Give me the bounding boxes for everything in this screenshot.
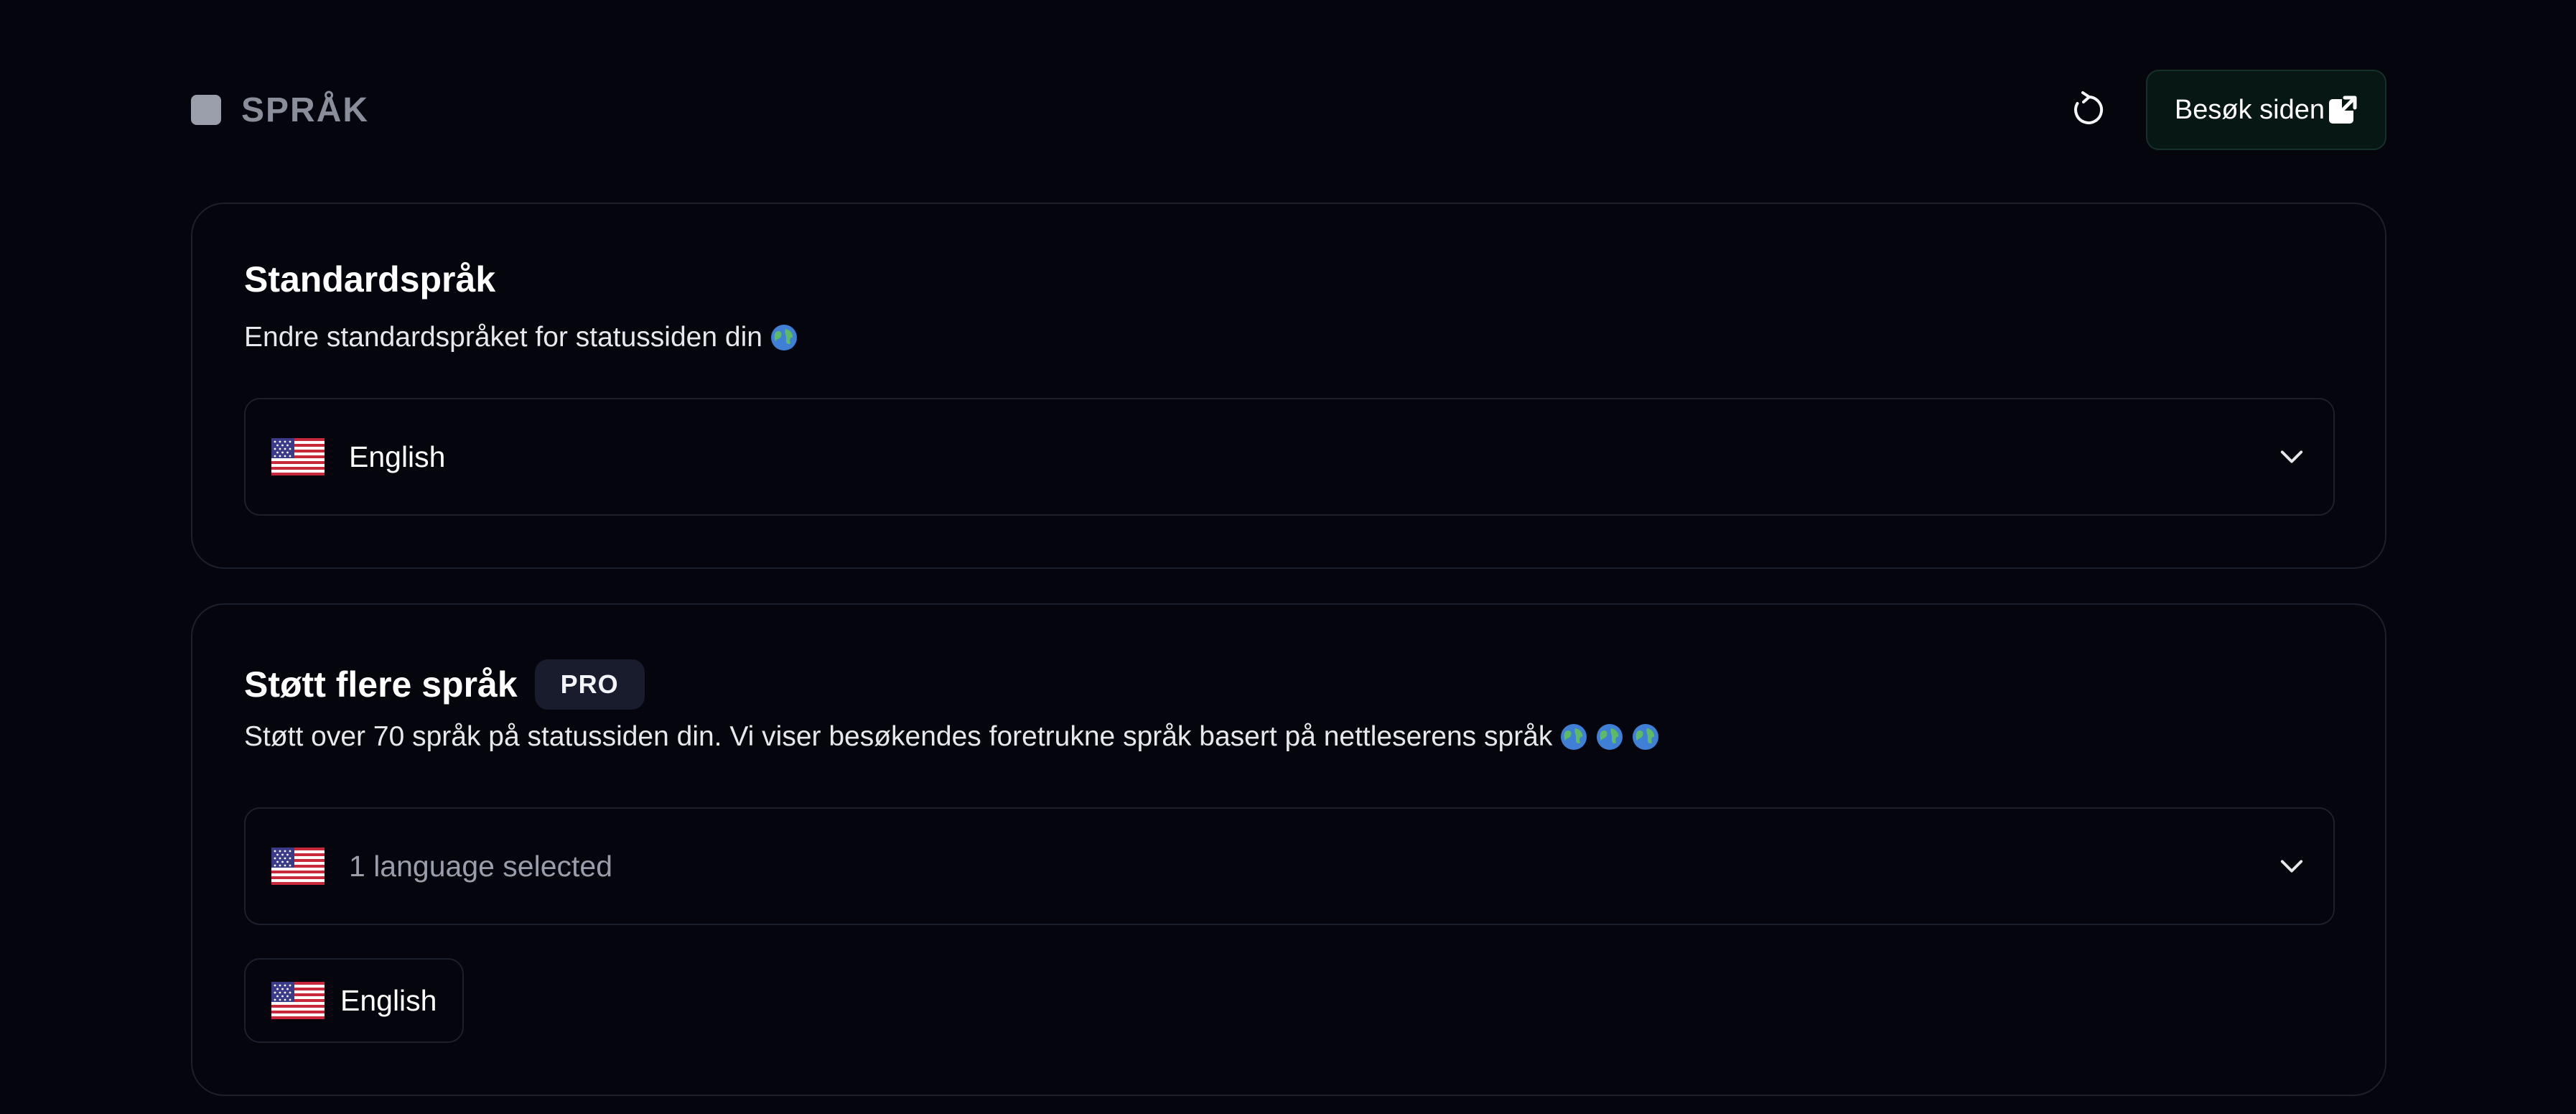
globe-europe-icon (1559, 723, 1588, 751)
globe-americas-icon (1595, 723, 1624, 751)
default-language-description: Endre standardspråket for statussiden di… (244, 322, 798, 353)
visit-site-button[interactable]: Besøk siden (2145, 70, 2386, 150)
globe-asia-icon (1631, 723, 1660, 751)
header-actions: Besøk siden (2060, 70, 2386, 150)
multi-language-description: Støtt over 70 språk på statussiden din. … (244, 721, 1660, 753)
page-title: SPRÅK (241, 90, 370, 129)
default-language-card: Standardspråk Endre standardspråket for … (191, 203, 2386, 569)
page-header: SPRÅK Besøk siden (191, 69, 2386, 151)
us-flag-icon (271, 438, 325, 475)
page-title-group: SPRÅK (191, 90, 369, 130)
default-language-description-text: Endre standardspråket for statussiden di… (244, 322, 762, 353)
multi-language-description-text: Støtt over 70 språk på statussiden din. … (244, 721, 1553, 752)
section-square-icon (191, 95, 221, 125)
chevron-down-icon (2276, 850, 2307, 882)
default-language-select[interactable]: English (244, 398, 2335, 516)
chevron-down-icon (2276, 441, 2307, 473)
refresh-button[interactable] (2060, 81, 2117, 139)
multi-language-selector-text: 1 language selected (349, 849, 613, 883)
us-flag-icon (271, 848, 325, 885)
external-link-icon (2329, 95, 2358, 124)
visit-site-label: Besøk siden (2174, 94, 2325, 125)
multi-language-card: Støtt flere språk PRO Støtt over 70 språ… (191, 603, 2386, 1096)
us-flag-icon (271, 982, 325, 1019)
multi-language-heading: Støtt flere språk PRO (244, 659, 645, 710)
pro-badge: PRO (534, 659, 645, 710)
multi-language-select[interactable]: 1 language selected (244, 807, 2335, 925)
language-settings-page: SPRÅK Besøk siden Standardspråk Endre st… (0, 0, 2576, 1114)
default-language-value: English (349, 440, 446, 473)
multi-language-title: Støtt flere språk (244, 664, 518, 705)
default-language-title: Standardspråk (244, 259, 496, 300)
default-language-heading: Standardspråk (244, 259, 495, 300)
selected-language-chip-english[interactable]: English (244, 958, 465, 1043)
globe-icon (770, 323, 798, 352)
refresh-icon (2074, 91, 2103, 124)
selected-language-chip-label: English (340, 983, 437, 1017)
